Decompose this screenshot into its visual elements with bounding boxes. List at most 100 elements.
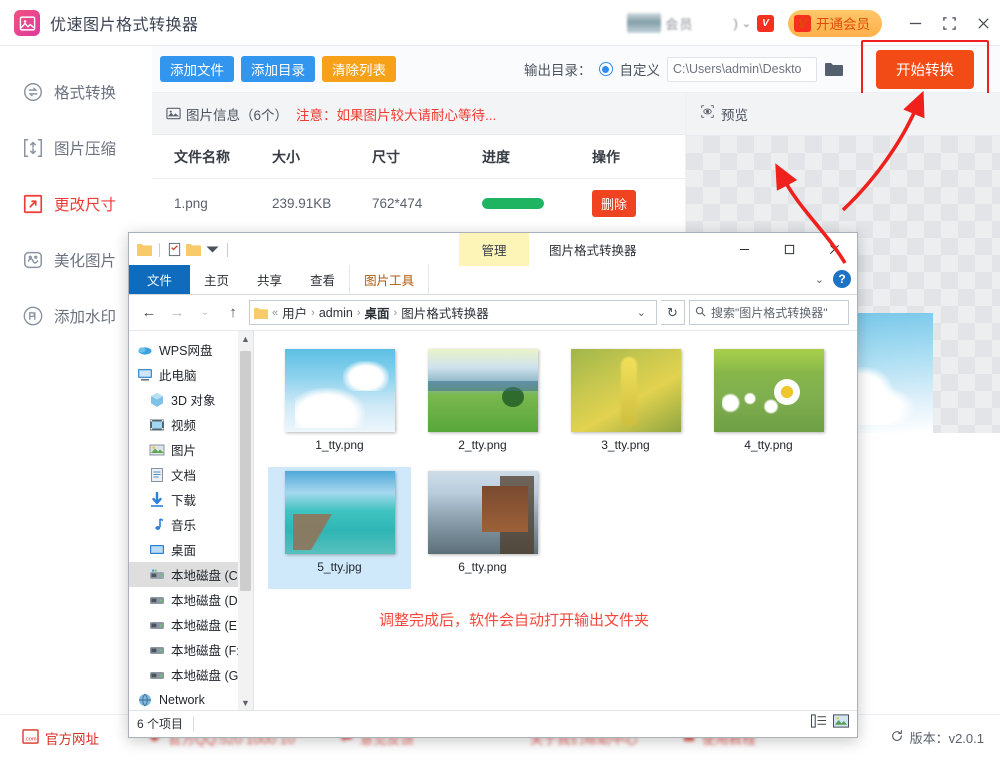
nav-tree-item[interactable]: 音乐 <box>129 512 253 537</box>
nav-tree-item[interactable]: 下载 <box>129 487 253 512</box>
drive-icon <box>149 617 165 633</box>
chevron-down-icon[interactable]: ⌄ <box>631 306 652 319</box>
forward-arrow-icon[interactable]: → <box>165 301 189 325</box>
tab-home[interactable]: 主页 <box>190 265 243 294</box>
vip-badge-icon: V <box>757 14 774 32</box>
clear-list-button[interactable]: 清除列表 <box>322 56 396 82</box>
app-title: 优速图片格式转换器 <box>50 17 199 34</box>
preview-label: 预览 <box>721 108 748 123</box>
close-icon[interactable] <box>812 233 857 266</box>
nav-tree-item[interactable]: 本地磁盘 (F:) <box>129 637 253 662</box>
nav-tree-item[interactable]: 桌面 <box>129 537 253 562</box>
scrollbar-thumb[interactable] <box>240 351 251 591</box>
output-path-input[interactable]: C:\Users\admin\Deskto <box>667 56 817 82</box>
file-item[interactable]: 6_tty.png <box>411 467 554 589</box>
breadcrumb-desktop[interactable]: 桌面 <box>365 303 390 322</box>
3d-object-icon <box>149 392 165 408</box>
nav-tree-item[interactable]: 本地磁盘 (D:) <box>129 587 253 612</box>
properties-icon[interactable] <box>167 242 182 257</box>
file-grid: 1_tty.png 2_tty.png 3_tty.png 4_tty.png 5_tt… <box>268 345 857 589</box>
folder-icon[interactable] <box>137 243 152 257</box>
nav-tree-label: 本地磁盘 (F:) <box>171 644 244 658</box>
tab-picture-tools[interactable]: 图片工具 <box>349 265 430 294</box>
tab-view[interactable]: 查看 <box>296 265 349 294</box>
preview-eye-icon <box>700 104 715 124</box>
tab-file[interactable]: 文件 <box>129 265 191 294</box>
file-item[interactable]: 1_tty.png <box>268 345 411 467</box>
search-input[interactable]: 搜索"图片格式转换器" <box>689 300 849 325</box>
sidebar-item-label: 美化图片 <box>54 253 117 270</box>
dropdown-icon[interactable] <box>205 243 220 257</box>
add-folder-button[interactable]: 添加目录 <box>241 56 315 82</box>
add-file-button[interactable]: 添加文件 <box>160 56 234 82</box>
official-website-label: 官方网址 <box>45 731 99 747</box>
breadcrumb-users[interactable]: 用户 <box>282 303 307 322</box>
thumbnail-view-icon[interactable] <box>833 714 849 731</box>
delete-row-button[interactable]: 删除 <box>592 189 637 217</box>
drive-icon <box>149 667 165 683</box>
back-arrow-icon[interactable]: ← <box>137 301 161 325</box>
file-thumbnail <box>427 349 538 432</box>
file-item[interactable]: 2_tty.png <box>411 345 554 467</box>
file-item[interactable]: 3_tty.png <box>554 345 697 467</box>
file-item[interactable]: 4_tty.png <box>697 345 840 467</box>
output-custom-radio[interactable] <box>598 62 613 76</box>
nav-tree-item[interactable]: 此电脑 <box>129 362 253 387</box>
tab-share[interactable]: 共享 <box>243 265 296 294</box>
column-header-size: 大小 <box>272 148 300 165</box>
sidebar-item-resize[interactable]: 更改尺寸 <box>0 176 152 232</box>
nav-tree-item[interactable]: WPS网盘 <box>129 337 253 362</box>
version-label: 版本：v2.0.1 <box>909 731 984 746</box>
up-arrow-icon[interactable]: ↑ <box>221 301 245 325</box>
nav-tree-item[interactable]: 文档 <box>129 462 253 487</box>
nav-tree-item[interactable]: 图片 <box>129 437 253 462</box>
help-icon[interactable]: ? <box>833 270 851 288</box>
table-row[interactable]: 1.png 239.91KB 762*474 删除 <box>152 179 685 227</box>
breadcrumb[interactable]: « 用户 › admin › 桌面 › 图片格式转换器 ⌄ <box>249 300 657 325</box>
chevron-down-icon[interactable]: ⌄ <box>815 273 824 286</box>
sidebar-item-label: 添加水印 <box>54 309 117 326</box>
application-window: 优速图片格式转换器 会员 ) ⌄ V V 开通会员 格式转换 图片压缩 更改尺寸… <box>0 0 1000 760</box>
network-icon <box>137 692 153 708</box>
folder-icon[interactable] <box>824 61 844 77</box>
nav-tree-item[interactable]: 本地磁盘 (E:) <box>129 612 253 637</box>
explorer-status-bar: 6 个项目 <box>129 710 857 736</box>
nav-tree-item[interactable]: 本地磁盘 (C:) <box>129 562 253 587</box>
breadcrumb-prefix: « <box>272 306 279 319</box>
nav-tree-label: 下载 <box>171 494 197 508</box>
video-icon <box>149 417 165 433</box>
details-view-icon[interactable] <box>810 714 826 731</box>
nav-tree-item[interactable]: 本地磁盘 (G:) <box>129 662 253 687</box>
chevron-down-icon[interactable]: ⌄ <box>742 17 751 30</box>
minimize-icon[interactable] <box>722 233 767 266</box>
management-context-tab[interactable]: 管理 <box>459 233 529 266</box>
nav-scrollbar[interactable]: ▲ ▼ <box>238 331 253 711</box>
official-website-link[interactable]: .com 官方网址 <box>22 728 99 748</box>
maximize-icon[interactable] <box>767 233 812 266</box>
sidebar-item-label: 更改尺寸 <box>54 197 117 214</box>
open-membership-button[interactable]: V 开通会员 <box>788 9 882 37</box>
refresh-icon[interactable]: ↻ <box>661 300 685 325</box>
nav-tree-item[interactable]: 视频 <box>129 412 253 437</box>
sidebar-item-compress[interactable]: 图片压缩 <box>0 120 152 176</box>
refresh-icon[interactable] <box>890 729 904 746</box>
new-folder-icon[interactable] <box>186 243 201 257</box>
nav-tree-item[interactable]: Network <box>129 687 253 712</box>
preview-header: 预览 <box>686 93 1000 136</box>
desktop-icon <box>149 542 165 558</box>
file-item[interactable]: 5_tty.jpg <box>268 467 411 589</box>
recent-chevron-icon[interactable]: ⌄ <box>193 301 217 325</box>
nav-tree-item[interactable]: 3D 对象 <box>129 387 253 412</box>
breadcrumb-current-folder[interactable]: 图片格式转换器 <box>401 303 489 322</box>
sidebar-item-format-convert[interactable]: 格式转换 <box>0 64 152 120</box>
scroll-up-icon[interactable]: ▲ <box>238 331 253 347</box>
start-convert-button[interactable]: 开始转换 <box>876 49 974 89</box>
scroll-down-icon[interactable]: ▼ <box>238 695 253 711</box>
cell-file-dimension: 762*474 <box>372 195 423 211</box>
file-name-label: 3_tty.png <box>601 438 650 452</box>
file-name-label: 2_tty.png <box>458 438 507 452</box>
explorer-titlebar: 管理 图片格式转换器 <box>129 233 857 266</box>
svg-text:.com: .com <box>24 736 36 742</box>
breadcrumb-admin[interactable]: admin <box>319 306 353 320</box>
beautify-icon <box>22 249 44 271</box>
